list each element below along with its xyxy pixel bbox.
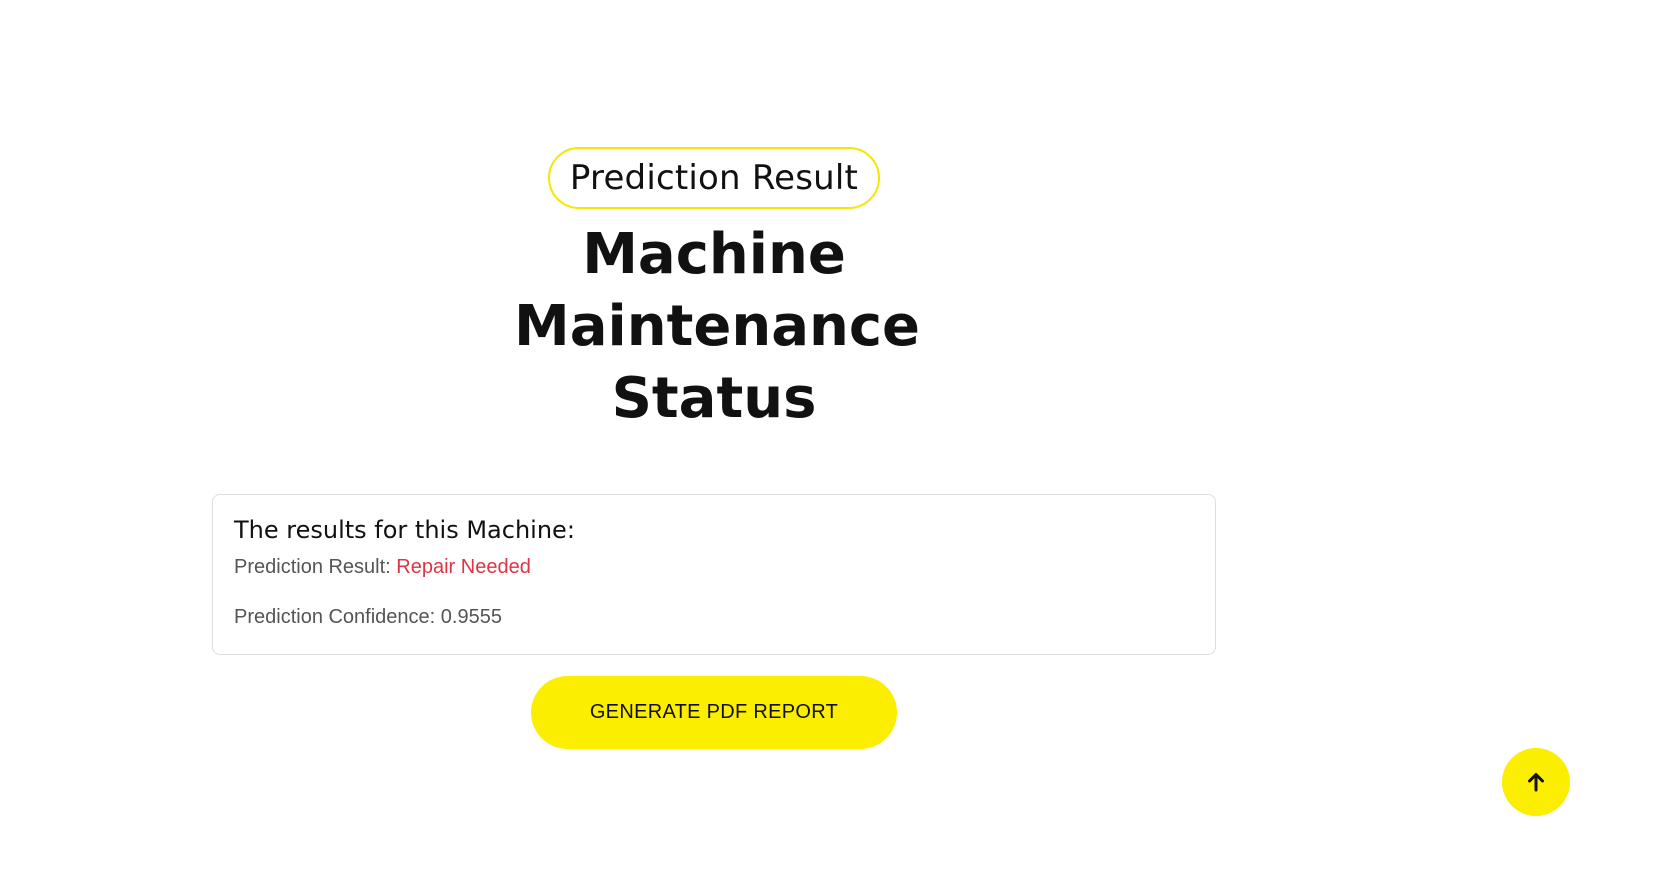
page-title-line-3: Status <box>611 366 817 431</box>
prediction-result-line: Prediction Result: Repair Needed <box>234 555 1194 579</box>
prediction-result-value: Repair Needed <box>396 556 531 578</box>
scroll-to-top-button[interactable] <box>1502 748 1570 816</box>
hero-section: Prediction Result Machine Maintenance St… <box>514 147 920 435</box>
section-eyebrow-pill: Prediction Result <box>547 147 881 209</box>
page-title-line-2: Maintenance <box>514 294 921 359</box>
generate-pdf-report-button[interactable]: GENERATE PDF REPORT <box>531 676 897 749</box>
prediction-result-label: Prediction Result: <box>234 556 397 578</box>
results-card: The results for this Machine: Prediction… <box>212 494 1216 655</box>
prediction-page: Prediction Result Machine Maintenance St… <box>0 0 1670 879</box>
arrow-up-icon <box>1528 773 1544 792</box>
page-title-line-1: Machine <box>582 222 846 287</box>
prediction-confidence-label: Prediction Confidence: <box>234 606 441 628</box>
prediction-confidence-line: Prediction Confidence: 0.9555 <box>234 605 1194 629</box>
page-title: Machine Maintenance Status <box>514 219 920 435</box>
results-heading: The results for this Machine: <box>234 516 575 544</box>
prediction-confidence-value: 0.9555 <box>440 606 502 628</box>
